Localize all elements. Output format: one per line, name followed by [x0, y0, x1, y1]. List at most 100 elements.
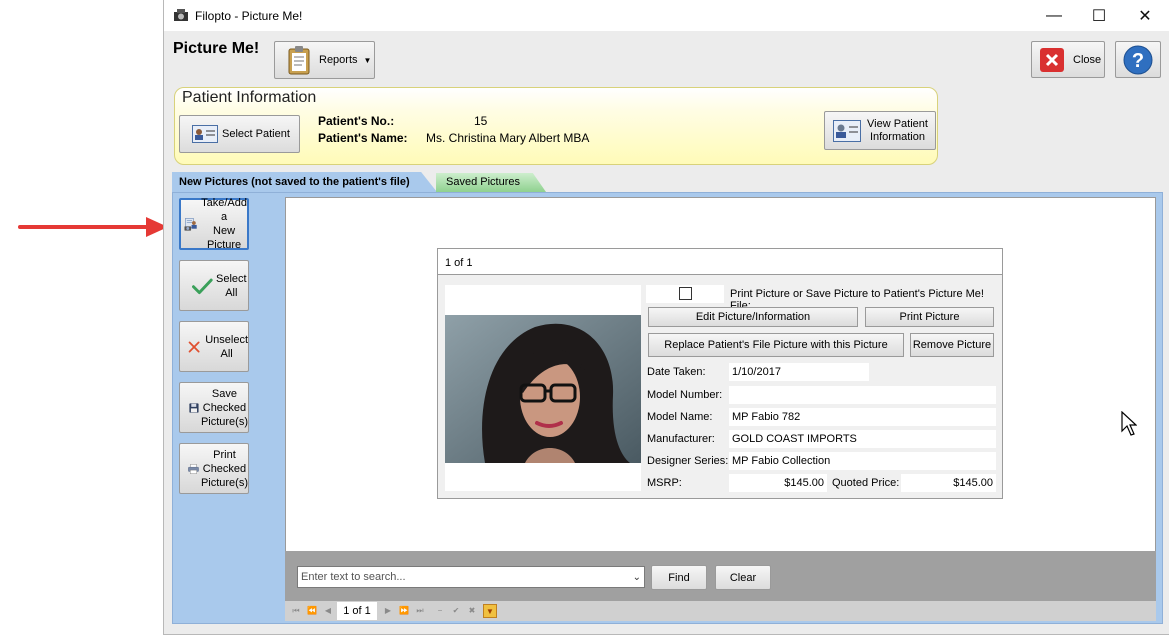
model-name-label: Model Name:: [647, 411, 713, 423]
tab-saved-pictures[interactable]: Saved Pictures: [436, 173, 546, 192]
person-camera-icon: [184, 218, 197, 231]
print-label-line3: Picture(s): [200, 476, 248, 489]
close-label: Close: [1073, 53, 1102, 66]
minimize-button[interactable]: —: [1031, 0, 1077, 31]
search-input[interactable]: Enter text to search... ⌄: [297, 566, 645, 588]
print-picture-button[interactable]: Print Picture: [865, 307, 994, 327]
app-window: Filopto - Picture Me! — ☐ ✕ Picture Me! …: [163, 0, 1169, 635]
clear-button[interactable]: Clear: [715, 565, 771, 590]
save-label-line2: Checked: [202, 401, 247, 414]
window-close-button[interactable]: ✕: [1122, 0, 1168, 31]
date-taken-value: 1/10/2017: [729, 363, 869, 381]
picture-card-count: 1 of 1: [445, 257, 473, 269]
picture-card-header: 1 of 1: [438, 249, 1002, 275]
page-title: Picture Me!: [173, 40, 260, 57]
patient-information-panel: Patient Information Select Patient Patie…: [174, 87, 938, 165]
model-number-label: Model Number:: [647, 389, 723, 401]
msrp-label: MSRP:: [647, 477, 682, 489]
patient-panel-title: Patient Information: [182, 89, 317, 106]
chevron-down-icon[interactable]: ⌄: [633, 568, 641, 588]
help-icon: ?: [1123, 45, 1153, 74]
previous-page-icon[interactable]: ⏪: [305, 604, 319, 618]
patient-card-icon: [192, 125, 218, 143]
print-checked-pictures-button[interactable]: Print Checked Picture(s): [179, 443, 249, 494]
remove-picture-button[interactable]: Remove Picture: [910, 333, 994, 357]
take-add-label-line2: New Picture: [206, 225, 242, 251]
apply-edit-icon[interactable]: ✔: [449, 604, 463, 618]
select-all-button[interactable]: Select All: [179, 260, 249, 311]
designer-series-value: MP Fabio Collection: [729, 452, 996, 470]
save-label-line3: Picture(s): [200, 415, 248, 428]
help-button[interactable]: ?: [1115, 41, 1161, 78]
window-title: Filopto - Picture Me!: [195, 9, 303, 23]
search-placeholder: Enter text to search...: [301, 571, 406, 583]
new-pictures-panel: Take/Add a New Picture Select All Unsele…: [172, 192, 1163, 624]
view-patient-information-button[interactable]: View Patient Information: [824, 111, 936, 150]
annotation-arrow: [18, 217, 168, 237]
select-all-label: Select All: [216, 272, 247, 299]
unselect-all-button[interactable]: Unselect All: [179, 321, 249, 372]
maximize-button[interactable]: ☐: [1076, 0, 1122, 31]
picture-card: 1 of 1 Print Picture or Save Picture to …: [437, 248, 1003, 499]
reports-label: Reports: [319, 54, 358, 66]
select-patient-button[interactable]: Select Patient: [179, 115, 300, 153]
quoted-price-label: Quoted Price:: [832, 477, 900, 489]
patient-card-icon: [833, 119, 861, 142]
previous-record-icon[interactable]: ◀: [321, 604, 335, 618]
patient-number-label: Patient's No.:: [318, 114, 395, 128]
date-taken-label: Date Taken:: [647, 366, 706, 378]
take-add-label-line1: Take/Add a: [201, 197, 247, 223]
patient-name-value: Ms. Christina Mary Albert MBA: [426, 131, 590, 145]
manufacturer-value: GOLD COAST IMPORTS: [729, 430, 996, 448]
patient-photo[interactable]: [445, 315, 641, 463]
reports-button[interactable]: Reports ▼: [274, 41, 375, 79]
take-add-new-picture-button[interactable]: Take/Add a New Picture: [179, 197, 249, 251]
view-patient-label-line1: View Patient: [867, 117, 928, 130]
filter-icon[interactable]: ▼: [483, 604, 497, 618]
find-button[interactable]: Find: [651, 565, 707, 590]
record-navigator: ⏮ ⏪ ◀ 1 of 1 ▶ ⏩ ⏭ − ✔ ✖ ▼: [285, 601, 1156, 621]
mouse-cursor-icon: [1121, 411, 1137, 436]
save-checked-pictures-button[interactable]: Save Checked Picture(s): [179, 382, 249, 433]
checkmark-icon: [192, 278, 213, 294]
photo-frame: [445, 285, 641, 491]
quoted-price-value: $145.00: [901, 474, 996, 492]
print-label-line2: Checked: [202, 462, 247, 475]
last-page-icon[interactable]: ⏭: [413, 604, 427, 618]
select-patient-label: Select Patient: [222, 128, 290, 140]
patient-number-value: 15: [474, 114, 488, 128]
save-label-line1: Save: [211, 387, 237, 400]
save-floppy-icon: [189, 402, 199, 413]
printer-icon: [188, 463, 199, 474]
search-bar: Enter text to search... ⌄ Find Clear: [285, 551, 1156, 601]
msrp-value: $145.00: [729, 474, 827, 492]
next-record-icon[interactable]: ▶: [381, 604, 395, 618]
app-icon: [174, 9, 188, 21]
designer-series-label: Designer Series:: [647, 455, 729, 467]
view-patient-label-line2: Information: [869, 130, 925, 143]
clipboard-icon: [288, 46, 310, 75]
pictures-content-area: 1 of 1 Print Picture or Save Picture to …: [285, 197, 1156, 552]
print-save-checkbox-cell: [646, 285, 724, 303]
svg-text:?: ?: [1132, 50, 1144, 72]
tab-new-pictures[interactable]: New Pictures (not saved to the patient's…: [172, 172, 437, 192]
close-button[interactable]: Close: [1031, 41, 1105, 78]
print-save-checkbox[interactable]: [679, 287, 692, 300]
title-bar: Filopto - Picture Me! — ☐ ✕: [164, 0, 1169, 31]
edit-picture-information-button[interactable]: Edit Picture/Information: [648, 307, 858, 327]
delete-record-icon[interactable]: −: [433, 604, 447, 618]
next-page-icon[interactable]: ⏩: [397, 604, 411, 618]
unselect-all-label: Unselect All: [205, 333, 248, 360]
model-number-value: [729, 386, 996, 404]
patient-name-label: Patient's Name:: [318, 131, 408, 145]
replace-file-picture-button[interactable]: Replace Patient's File Picture with this…: [648, 333, 904, 357]
x-icon: [188, 341, 200, 352]
first-page-icon[interactable]: ⏮: [289, 604, 303, 618]
close-icon: [1040, 47, 1064, 72]
navigator-count: 1 of 1: [337, 602, 377, 620]
manufacturer-label: Manufacturer:: [647, 433, 715, 445]
cancel-edit-icon[interactable]: ✖: [465, 604, 479, 618]
model-name-value: MP Fabio 782: [729, 408, 996, 426]
print-label-line1: Print: [213, 448, 236, 461]
chevron-down-icon: ▼: [363, 55, 372, 65]
